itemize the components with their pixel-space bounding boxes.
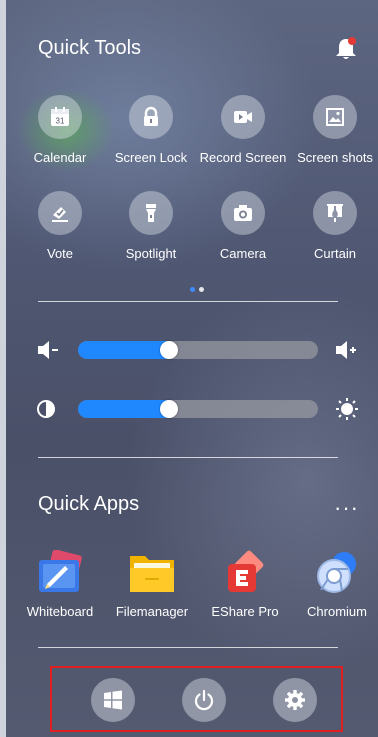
calendar-icon: 31 bbox=[51, 107, 69, 126]
volume-up-icon[interactable] bbox=[334, 341, 360, 364]
bell-icon bbox=[336, 37, 356, 59]
tool-screen-lock[interactable]: Screen Lock bbox=[106, 95, 196, 165]
divider bbox=[38, 647, 338, 648]
power-icon bbox=[194, 689, 214, 711]
power-button[interactable] bbox=[182, 678, 226, 722]
app-whiteboard[interactable]: Whiteboard bbox=[12, 549, 108, 619]
notification-badge bbox=[348, 37, 356, 45]
brightness-slider[interactable] bbox=[78, 400, 318, 418]
windows-button[interactable] bbox=[91, 678, 135, 722]
whiteboard-icon bbox=[35, 549, 85, 596]
tool-record-screen[interactable]: Record Screen bbox=[198, 95, 288, 165]
svg-text:31: 31 bbox=[56, 117, 65, 126]
screenshot-icon bbox=[326, 108, 344, 126]
tool-screen-lock-label: Screen Lock bbox=[114, 150, 188, 165]
tool-camera-label: Camera bbox=[219, 246, 267, 261]
more-button[interactable]: ··· bbox=[334, 495, 359, 521]
tool-calendar-label: Calendar bbox=[33, 150, 87, 165]
tool-curtain-label: Curtain bbox=[314, 246, 356, 261]
volume-down-icon[interactable] bbox=[36, 341, 62, 364]
quick-apps-title: Quick Apps bbox=[38, 493, 140, 515]
app-filemanager-label: Filemanager bbox=[115, 604, 189, 619]
brightness-slider-knob[interactable] bbox=[160, 400, 178, 418]
tool-vote-label: Vote bbox=[46, 246, 74, 261]
app-chromium-label: Chromium bbox=[307, 604, 367, 619]
camera-icon bbox=[234, 205, 252, 221]
curtain-icon bbox=[327, 204, 343, 222]
settings-button[interactable] bbox=[273, 678, 317, 722]
app-eshare-pro-label: EShare Pro bbox=[211, 604, 279, 619]
app-chromium[interactable]: Chromium bbox=[289, 550, 378, 619]
volume-slider-knob[interactable] bbox=[160, 341, 178, 359]
vote-icon bbox=[52, 207, 68, 222]
video-camera-icon bbox=[234, 111, 252, 123]
quick-panel: Quick Tools 31 Calendar Screen Lock Reco… bbox=[6, 0, 378, 737]
brightness-slider-fill bbox=[78, 400, 169, 418]
volume-slider[interactable] bbox=[78, 341, 318, 359]
brightness-low-icon[interactable] bbox=[36, 399, 56, 424]
app-whiteboard-label: Whiteboard bbox=[26, 604, 94, 619]
flashlight-icon bbox=[146, 204, 156, 222]
gear-icon bbox=[285, 690, 305, 710]
tool-calendar[interactable]: 31 Calendar bbox=[15, 95, 105, 165]
bottom-bar-highlight bbox=[50, 666, 343, 732]
tool-curtain[interactable]: Curtain bbox=[290, 191, 378, 261]
folder-icon bbox=[127, 550, 177, 596]
eshare-icon bbox=[220, 550, 270, 596]
notification-button[interactable] bbox=[334, 36, 358, 62]
tool-spotlight-label: Spotlight bbox=[125, 246, 177, 261]
chromium-icon bbox=[312, 550, 362, 596]
volume-slider-fill bbox=[78, 341, 169, 359]
tool-spotlight[interactable]: Spotlight bbox=[106, 191, 196, 261]
tool-screen-shots-label: Screen shots bbox=[297, 150, 373, 165]
page-dot[interactable] bbox=[199, 287, 204, 292]
tool-record-screen-label: Record Screen bbox=[199, 150, 287, 165]
windows-icon bbox=[104, 690, 122, 710]
divider bbox=[38, 457, 338, 458]
tool-vote[interactable]: Vote bbox=[15, 191, 105, 261]
tool-camera[interactable]: Camera bbox=[198, 191, 288, 261]
quick-tools-title: Quick Tools bbox=[38, 37, 142, 59]
app-eshare-pro[interactable]: EShare Pro bbox=[197, 550, 293, 619]
page-indicator bbox=[190, 279, 208, 297]
app-filemanager[interactable]: Filemanager bbox=[104, 550, 200, 619]
tool-screen-shots[interactable]: Screen shots bbox=[290, 95, 378, 165]
lock-icon bbox=[144, 106, 158, 126]
page-dot-active[interactable] bbox=[190, 287, 195, 292]
brightness-high-icon[interactable] bbox=[336, 398, 358, 425]
divider bbox=[38, 301, 338, 302]
